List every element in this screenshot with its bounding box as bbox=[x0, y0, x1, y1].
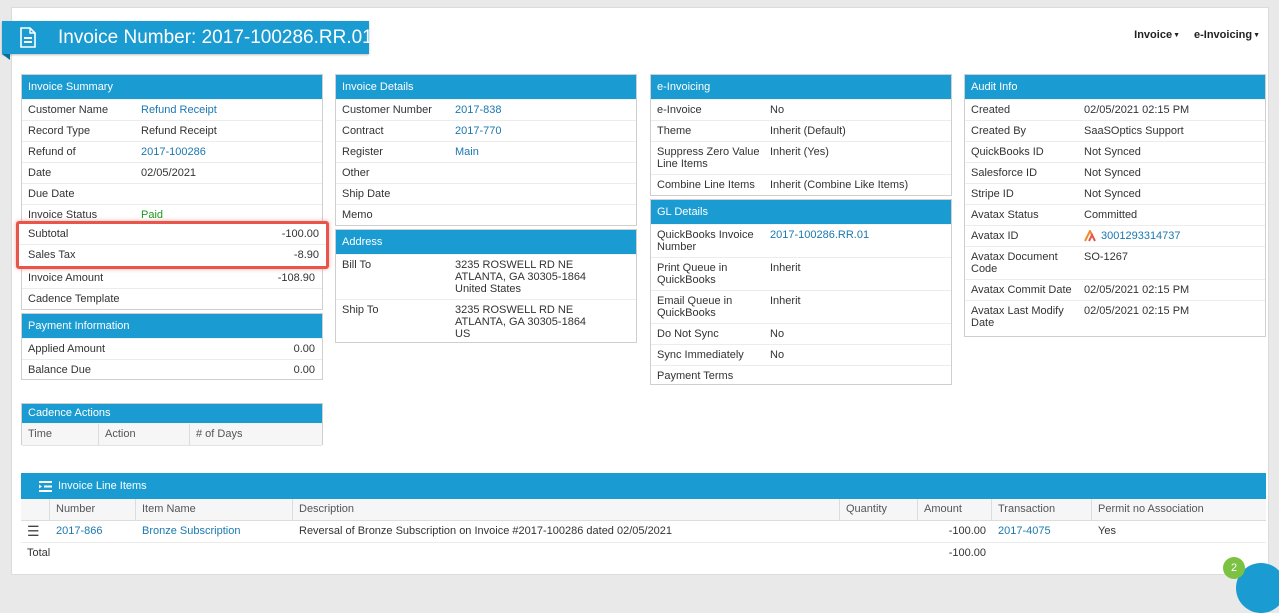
audit-row: Avatax Status Committed bbox=[965, 205, 1265, 226]
summary-row: Refund of 2017-100286 bbox=[22, 142, 322, 163]
details-row: Memo bbox=[342, 209, 373, 221]
audit-row: Salesforce ID Not Synced bbox=[965, 163, 1265, 184]
address-row: Bill To 3235 ROSWELL RD NE ATLANTA, GA 3… bbox=[336, 255, 636, 300]
list-indent-icon bbox=[39, 480, 52, 492]
column-header[interactable]: Amount bbox=[918, 499, 992, 520]
summary-row: Cadence Template bbox=[28, 293, 120, 305]
summary-row: Customer Name Refund Receipt bbox=[22, 100, 322, 121]
quickbooks-invoice-link[interactable]: 2017-100286.RR.01 bbox=[770, 225, 873, 244]
e-invoicing-row: Combine Line Items Inherit (Combine Like … bbox=[657, 179, 909, 191]
payment-information-panel: Payment Information Applied Amount 0.00 B… bbox=[21, 313, 323, 380]
column-header[interactable]: # of Days bbox=[190, 424, 320, 445]
invoice-details-panel: Invoice Details Customer Number 2017-838 … bbox=[335, 74, 637, 226]
column-header[interactable]: Action bbox=[99, 424, 190, 445]
cadence-actions-panel: Cadence Actions Time Action # of Days bbox=[21, 403, 323, 446]
avatax-id-link[interactable]: 3001293314737 bbox=[1101, 230, 1181, 242]
summary-row: Record Type Refund Receipt bbox=[22, 121, 322, 142]
column-header[interactable]: Description bbox=[293, 499, 840, 520]
summary-row: Date 02/05/2021 bbox=[22, 163, 322, 184]
item-name-link[interactable]: Bronze Subscription bbox=[136, 521, 293, 542]
gl-row: QuickBooks Invoice Number 2017-100286.RR.… bbox=[651, 225, 951, 258]
highlight-annotation: Subtotal -100.00 Sales Tax -8.90 bbox=[16, 221, 329, 269]
audit-row: Created By SaaSOptics Support bbox=[965, 121, 1265, 142]
customer-name-link[interactable]: Refund Receipt bbox=[141, 100, 221, 119]
details-row: Customer Number 2017-838 bbox=[336, 100, 636, 121]
e-invoicing-row: Theme Inherit (Default) bbox=[651, 121, 951, 142]
refund-of-link[interactable]: 2017-100286 bbox=[141, 142, 210, 161]
panel-title: e-Invoicing bbox=[651, 75, 951, 100]
gl-details-panel: GL Details QuickBooks Invoice Number 2017… bbox=[650, 199, 952, 385]
column-header[interactable]: Number bbox=[50, 499, 136, 520]
column-header[interactable]: Time bbox=[22, 424, 99, 445]
column-header[interactable]: Permit no Association bbox=[1092, 499, 1266, 520]
audit-row: Avatax ID 3001293314737 bbox=[965, 226, 1265, 247]
line-items-title: Invoice Line Items bbox=[58, 480, 147, 492]
contract-link[interactable]: 2017-770 bbox=[455, 121, 506, 140]
audit-row: Created 02/05/2021 02:15 PM bbox=[965, 100, 1265, 121]
audit-row: Avatax Commit Date 02/05/2021 02:15 PM bbox=[965, 280, 1265, 301]
payment-row: Balance Due 0.00 bbox=[28, 364, 315, 376]
e-invoicing-panel: e-Invoicing e-Invoice No Theme Inherit (De… bbox=[650, 74, 952, 196]
invoice-line-items: Invoice Line Items Number Item Name Desc… bbox=[21, 473, 1266, 564]
summary-row: Invoice Amount -108.90 bbox=[22, 268, 322, 289]
details-row: Register Main bbox=[336, 142, 636, 163]
caret-down-icon: ▼ bbox=[1173, 32, 1180, 39]
top-menu: Invoice▼ e-Invoicing▼ bbox=[1134, 29, 1260, 41]
customer-number-link[interactable]: 2017-838 bbox=[455, 100, 506, 119]
panel-title: Invoice Summary bbox=[22, 75, 322, 100]
panel-title: Audit Info bbox=[965, 75, 1265, 100]
transaction-link[interactable]: 2017-4075 bbox=[992, 521, 1092, 542]
e-invoicing-row: e-Invoice No bbox=[651, 100, 951, 121]
title-banner: Invoice Number: 2017-100286.RR.01 bbox=[2, 21, 373, 54]
hamburger-menu-icon[interactable]: ☰ bbox=[21, 521, 50, 542]
details-row: Ship Date bbox=[336, 184, 636, 205]
audit-row: Avatax Last Modify Date 02/05/2021 02:15 … bbox=[971, 305, 1190, 329]
line-number-link[interactable]: 2017-866 bbox=[50, 521, 136, 542]
e-invoicing-menu[interactable]: e-Invoicing▼ bbox=[1194, 29, 1260, 41]
subtotal-row: Subtotal -100.00 bbox=[19, 224, 326, 245]
gl-row: Print Queue in QuickBooks Inherit bbox=[651, 258, 951, 291]
panel-title: GL Details bbox=[651, 200, 951, 225]
e-invoicing-row: Suppress Zero Value Line Items Inherit (Y… bbox=[651, 142, 951, 175]
panel-title: Address bbox=[336, 230, 636, 255]
panel-title: Payment Information bbox=[22, 314, 322, 339]
invoice-menu[interactable]: Invoice▼ bbox=[1134, 29, 1180, 41]
details-row: Contract 2017-770 bbox=[336, 121, 636, 142]
line-items-columns: Number Item Name Description Quantity Am… bbox=[21, 499, 1266, 521]
notification-badge[interactable]: 2 bbox=[1223, 557, 1245, 579]
panel-title: Cadence Actions bbox=[22, 404, 322, 424]
audit-info-panel: Audit Info Created 02/05/2021 02:15 PM Cr… bbox=[964, 74, 1266, 337]
gl-row: Email Queue in QuickBooks Inherit bbox=[651, 291, 951, 324]
caret-down-icon: ▼ bbox=[1253, 32, 1260, 39]
document-icon bbox=[19, 27, 37, 51]
payment-row: Applied Amount 0.00 bbox=[22, 339, 322, 360]
audit-row: Avatax Document Code SO-1267 bbox=[965, 247, 1265, 280]
register-link[interactable]: Main bbox=[455, 142, 483, 161]
cadence-columns: Time Action # of Days bbox=[22, 424, 322, 446]
table-row: ☰ 2017-866 Bronze Subscription Reversal … bbox=[21, 521, 1266, 543]
sales-tax-row: Sales Tax -8.90 bbox=[28, 249, 319, 261]
title-banner-fold bbox=[2, 54, 10, 60]
summary-row: Due Date bbox=[22, 184, 322, 205]
address-panel: Address Bill To 3235 ROSWELL RD NE ATLAN… bbox=[335, 229, 637, 343]
avatax-logo-icon bbox=[1084, 230, 1096, 242]
column-header[interactable]: Item Name bbox=[136, 499, 293, 520]
column-header[interactable]: Transaction bbox=[992, 499, 1092, 520]
invoice-summary-panel: Invoice Summary Customer Name Refund Rece… bbox=[21, 74, 323, 310]
total-row: Total -100.00 bbox=[27, 547, 986, 559]
column-header[interactable]: Quantity bbox=[840, 499, 918, 520]
line-items-header: Invoice Line Items bbox=[21, 473, 1266, 499]
panel-title: Invoice Details bbox=[336, 75, 636, 100]
audit-row: QuickBooks ID Not Synced bbox=[965, 142, 1265, 163]
gl-row: Payment Terms bbox=[657, 370, 734, 382]
details-row: Other bbox=[336, 163, 636, 184]
address-row: Ship To 3235 ROSWELL RD NE ATLANTA, GA 3… bbox=[342, 304, 587, 340]
page-title: Invoice Number: 2017-100286.RR.01 bbox=[58, 27, 373, 48]
audit-row: Stripe ID Not Synced bbox=[965, 184, 1265, 205]
gl-row: Do Not Sync No bbox=[651, 324, 951, 345]
gl-row: Sync Immediately No bbox=[651, 345, 951, 366]
